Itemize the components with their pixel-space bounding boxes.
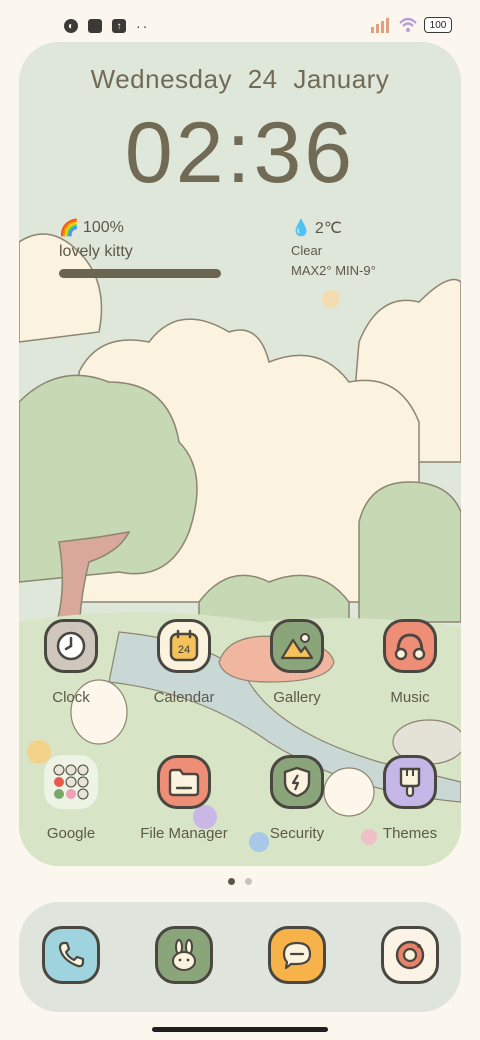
app-calendar-label: Calendar — [153, 689, 215, 706]
weather-temp-row: 💧 2℃ — [291, 218, 376, 238]
dock — [19, 902, 461, 1012]
app-gallery-label: Gallery — [273, 689, 321, 706]
page-indicator[interactable] — [0, 878, 480, 885]
weather-widget[interactable]: 💧 2℃ Clear MAX2° MIN-9° — [291, 218, 376, 278]
app-calendar-tile[interactable]: 24 — [157, 619, 211, 673]
app-clock[interactable]: Clock — [21, 619, 121, 706]
app-clock-tile[interactable] — [44, 619, 98, 673]
app-music[interactable]: Music — [360, 619, 460, 706]
brush-icon — [399, 767, 421, 798]
square-notification-icon — [88, 19, 102, 33]
dock-camera[interactable] — [360, 926, 460, 984]
google-folder-icon — [53, 764, 89, 800]
droplet-icon: 💧 — [291, 220, 311, 237]
shield-icon — [283, 766, 311, 798]
dock-bunny-app[interactable] — [134, 926, 234, 984]
app-clock-label: Clock — [52, 689, 90, 706]
clock-icon — [56, 631, 86, 661]
camera-icon — [395, 940, 425, 970]
bunny-icon — [172, 939, 196, 971]
battery-indicator: 100 — [424, 17, 452, 33]
gallery-icon — [280, 633, 314, 660]
home-widget[interactable]: Wednesday 24 January 02:36 🌈 100% lovely… — [19, 42, 461, 866]
app-music-label: Music — [390, 689, 430, 706]
upload-icon: ↑ — [112, 19, 126, 33]
phone-icon — [58, 941, 85, 968]
app-themes[interactable]: Themes — [360, 755, 460, 842]
app-google-tile[interactable] — [44, 755, 98, 809]
app-gallery[interactable]: Gallery — [247, 619, 347, 706]
status-left: ◐ ↑ ·· — [64, 19, 149, 33]
battery-progress-bar — [59, 269, 221, 278]
battery-percent-text: 100% — [82, 219, 124, 236]
weather-condition: Clear — [291, 243, 323, 258]
app-security-tile[interactable] — [270, 755, 324, 809]
page-dot-2[interactable] — [245, 878, 252, 885]
rainbow-icon: 🌈 — [59, 220, 79, 237]
dock-messages[interactable] — [247, 926, 347, 984]
wifi-icon — [399, 17, 417, 32]
headphones-icon — [394, 633, 426, 661]
app-security-label: Security — [269, 825, 325, 842]
calendar-day-badge: 24 — [178, 644, 190, 656]
clock-time[interactable]: 02:36 — [19, 104, 461, 203]
weather-range: MAX2° MIN-9° — [291, 263, 376, 278]
signal-icon — [371, 18, 389, 33]
app-gallery-tile[interactable] — [270, 619, 324, 673]
app-google-folder[interactable]: Google — [21, 755, 121, 842]
app-themes-label: Themes — [382, 825, 438, 842]
dock-camera-tile[interactable] — [381, 926, 439, 984]
dock-phone[interactable] — [21, 926, 121, 984]
battery-widget[interactable]: 🌈 100% lovely kitty — [59, 218, 221, 278]
dock-bunny-tile[interactable] — [155, 926, 213, 984]
calendar-icon: 24 — [169, 629, 199, 662]
app-security[interactable]: Security — [247, 755, 347, 842]
battery-widget-percent: 🌈 100% — [59, 218, 221, 238]
weather-temp: 2℃ — [314, 220, 342, 237]
app-music-tile[interactable] — [383, 619, 437, 673]
battery-widget-name: lovely kitty — [59, 243, 133, 260]
app-file-manager-tile[interactable] — [157, 755, 211, 809]
notification-icon: ◐ — [64, 19, 78, 33]
dock-messages-tile[interactable] — [268, 926, 326, 984]
status-right: 100 — [370, 17, 452, 33]
app-google-label: Google — [46, 825, 96, 842]
home-indicator-bar[interactable] — [152, 1027, 328, 1032]
app-calendar[interactable]: 24 Calendar — [134, 619, 234, 706]
app-file-manager[interactable]: File Manager — [134, 755, 234, 842]
message-icon — [282, 941, 312, 970]
page-dot-1[interactable] — [228, 878, 235, 885]
app-themes-tile[interactable] — [383, 755, 437, 809]
status-bar: ◐ ↑ ·· 100 — [0, 0, 480, 40]
folder-icon — [168, 768, 200, 797]
app-file-manager-label: File Manager — [140, 825, 228, 842]
more-dots: ·· — [136, 18, 150, 34]
date-label: Wednesday 24 January — [90, 64, 390, 94]
dock-phone-tile[interactable] — [42, 926, 100, 984]
